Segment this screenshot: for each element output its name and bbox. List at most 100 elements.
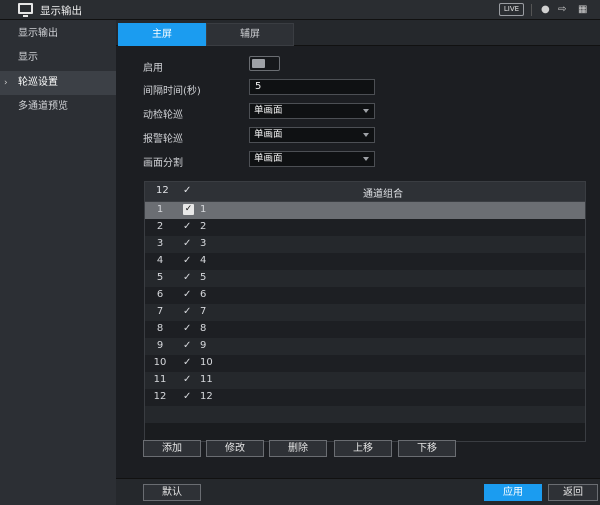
footer-bar: 默认 应用 返回 (116, 478, 600, 505)
row-channel-group: 7 (200, 306, 207, 317)
row-number: 6 (156, 289, 164, 300)
select-all-checkbox[interactable]: ✓ (183, 185, 191, 196)
motion-tour-select[interactable]: 单画面 (249, 103, 375, 119)
row-checkbox[interactable]: ✓ (183, 391, 191, 402)
table-row[interactable]: 1 ✓ 1 (145, 202, 585, 219)
chevron-right-icon: › (4, 78, 8, 88)
back-button[interactable]: 返回 (548, 484, 598, 501)
add-button[interactable]: 添加 (143, 440, 201, 457)
row-checkbox[interactable]: ✓ (183, 289, 191, 300)
row-checkbox[interactable]: ✓ (183, 272, 191, 283)
table-row[interactable]: 12 ✓ 12 (145, 389, 585, 406)
delete-button[interactable]: 删除 (269, 440, 327, 457)
modify-button[interactable]: 修改 (206, 440, 264, 457)
motion-tour-label: 动检轮巡 (143, 110, 183, 121)
move-up-button[interactable]: 上移 (334, 440, 392, 457)
table-empty-row (145, 406, 585, 423)
row-checkbox[interactable]: ✓ (183, 238, 191, 249)
row-channel-group: 4 (200, 255, 207, 266)
row-number: 8 (156, 323, 164, 334)
row-channel-group: 5 (200, 272, 207, 283)
row-checkbox[interactable]: ✓ (183, 221, 191, 232)
table-header: 12 ✓ 通道组合 (145, 182, 585, 202)
row-number: 11 (153, 374, 167, 385)
row-checkbox[interactable]: ✓ (183, 323, 191, 334)
sidebar-item-label: 轮巡设置 (18, 77, 58, 88)
row-channel-group: 10 (200, 357, 213, 368)
table-row[interactable]: 8 ✓ 8 (145, 321, 585, 338)
row-number: 3 (156, 238, 164, 249)
row-checkbox[interactable]: ✓ (183, 255, 191, 266)
titlebar-divider (531, 4, 532, 16)
chevron-down-icon (363, 109, 369, 113)
tab-bar: 主屏 辅屏 (116, 20, 600, 46)
tab-sub-screen[interactable]: 辅屏 (206, 23, 294, 46)
row-number: 10 (153, 357, 167, 368)
row-checkbox[interactable]: ✓ (183, 204, 194, 215)
alarm-tour-select[interactable]: 单画面 (249, 127, 375, 143)
sidebar-item-display[interactable]: 显示 (0, 46, 116, 70)
table-row[interactable]: 11 ✓ 11 (145, 372, 585, 389)
sidebar-item-label: 多通道预览 (18, 101, 68, 112)
table-row[interactable]: 4 ✓ 4 (145, 253, 585, 270)
row-channel-group: 1 (200, 204, 207, 215)
row-number: 7 (156, 306, 164, 317)
select-value: 单画面 (254, 153, 283, 164)
split-label: 画面分割 (143, 158, 183, 169)
sidebar-item-label: 显示 (18, 52, 38, 63)
channel-table: 12 ✓ 通道组合 1 ✓ 1 2 ✓ 2 3 ✓ 3 4 ✓ 4 5 ✓ 5 6 ✓ 6 7 ✓ 7 8 ✓ 8 9 ✓ 9 10 ✓… (144, 181, 586, 442)
default-button[interactable]: 默认 (143, 484, 201, 501)
split-select[interactable]: 单画面 (249, 151, 375, 167)
grid-icon[interactable]: ▦ (578, 3, 587, 16)
sidebar-item-tour-settings[interactable]: › 轮巡设置 (0, 71, 116, 95)
select-value: 单画面 (254, 129, 283, 140)
row-checkbox[interactable]: ✓ (183, 306, 191, 317)
title-bar: 显示输出 LIVE ● ⇨ ▦ (0, 0, 600, 20)
table-row[interactable]: 2 ✓ 2 (145, 219, 585, 236)
main-panel: 主屏 辅屏 启用 间隔时间(秒) 5 动检轮巡 单画面 报警轮巡 单画面 画面分… (116, 20, 600, 505)
enable-label: 启用 (143, 63, 163, 74)
row-checkbox[interactable]: ✓ (183, 357, 191, 368)
table-row[interactable]: 3 ✓ 3 (145, 236, 585, 253)
table-row[interactable]: 10 ✓ 10 (145, 355, 585, 372)
table-row[interactable]: 6 ✓ 6 (145, 287, 585, 304)
row-channel-group: 6 (200, 289, 207, 300)
row-number: 2 (156, 221, 164, 232)
tab-main-screen[interactable]: 主屏 (118, 23, 206, 46)
live-button[interactable]: LIVE (499, 3, 524, 16)
window-title: 显示输出 (40, 5, 82, 17)
row-checkbox[interactable]: ✓ (183, 340, 191, 351)
user-icon[interactable]: ● (541, 3, 550, 16)
toggle-knob (252, 59, 265, 68)
sidebar-item-label: 显示输出 (18, 28, 58, 39)
row-number: 4 (156, 255, 164, 266)
row-number: 9 (156, 340, 164, 351)
table-row[interactable]: 9 ✓ 9 (145, 338, 585, 355)
monitor-icon (18, 3, 33, 17)
row-channel-group: 8 (200, 323, 207, 334)
header-count: 12 (156, 185, 169, 196)
alarm-tour-label: 报警轮巡 (143, 134, 183, 145)
header-channel-group: 通道组合 (363, 189, 403, 200)
row-channel-group: 9 (200, 340, 207, 351)
interval-input[interactable]: 5 (249, 79, 375, 95)
row-channel-group: 3 (200, 238, 207, 249)
sidebar-item-display-output[interactable]: 显示输出 (0, 22, 116, 46)
chevron-down-icon (363, 157, 369, 161)
apply-button[interactable]: 应用 (484, 484, 542, 501)
row-channel-group: 12 (200, 391, 213, 402)
table-row[interactable]: 7 ✓ 7 (145, 304, 585, 321)
move-down-button[interactable]: 下移 (398, 440, 456, 457)
row-channel-group: 11 (200, 374, 213, 385)
row-number: 12 (153, 391, 167, 402)
enable-toggle[interactable] (249, 56, 280, 71)
row-checkbox[interactable]: ✓ (183, 374, 191, 385)
row-number: 5 (156, 272, 164, 283)
sidebar: 显示输出 显示 › 轮巡设置 多通道预览 (0, 20, 116, 505)
chevron-down-icon (363, 133, 369, 137)
sidebar-item-multi-channel-preview[interactable]: 多通道预览 (0, 95, 116, 119)
table-row[interactable]: 5 ✓ 5 (145, 270, 585, 287)
interval-label: 间隔时间(秒) (143, 86, 201, 97)
logout-icon[interactable]: ⇨ (558, 3, 566, 16)
row-channel-group: 2 (200, 221, 207, 232)
